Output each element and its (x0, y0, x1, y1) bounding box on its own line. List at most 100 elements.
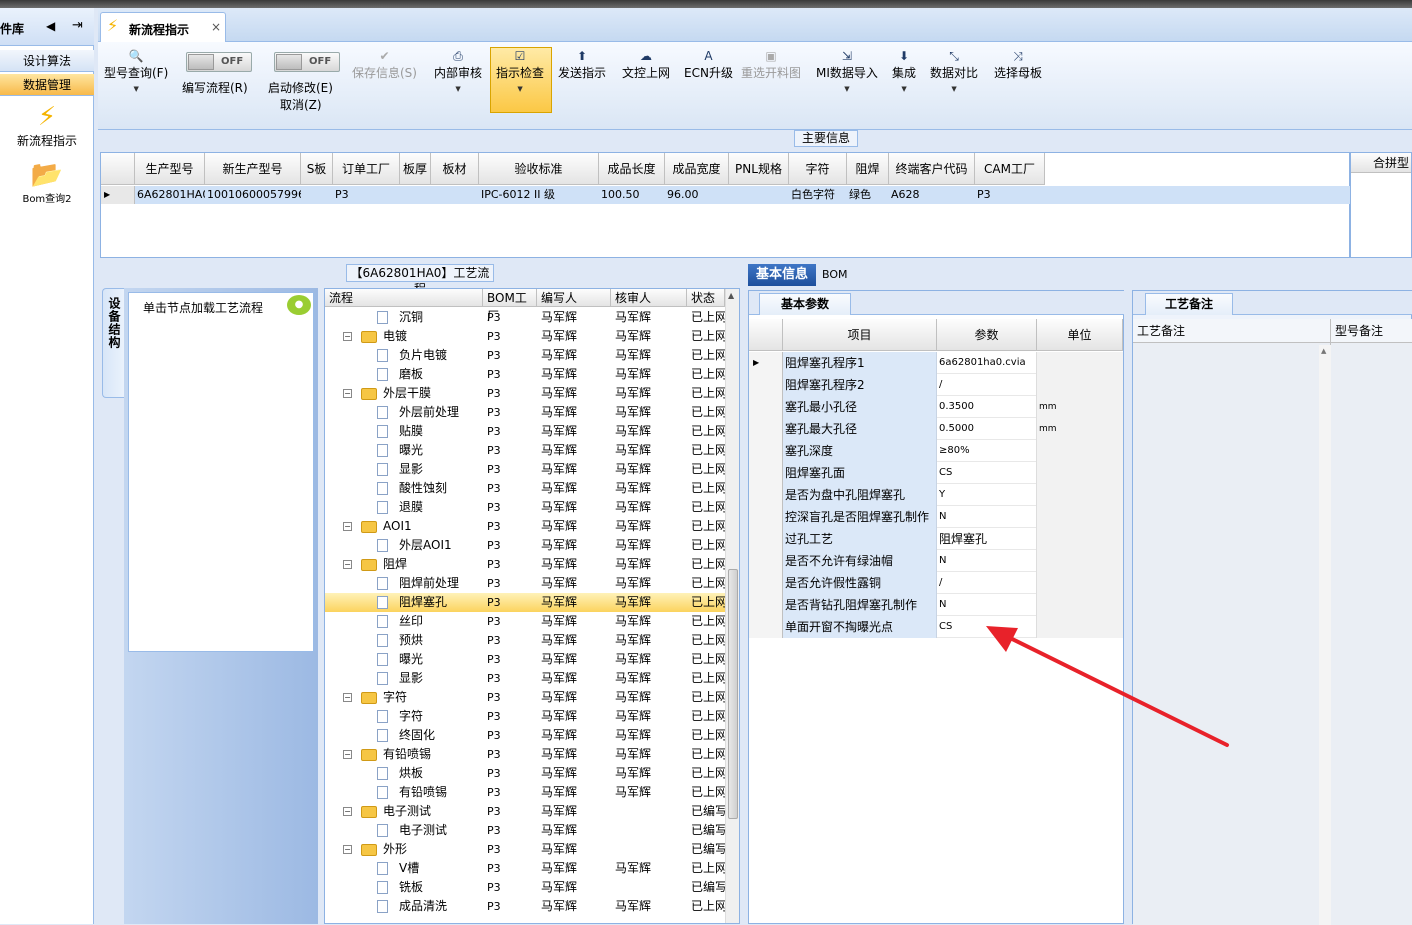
vertical-scrollbar[interactable]: ▲ (1319, 345, 1331, 925)
save-info-button[interactable]: ✔ 保存信息(S) (352, 48, 417, 81)
tree-row[interactable]: 退膜 P3 马军辉 马军辉 已上网 (325, 498, 725, 517)
tree-row[interactable]: − 有铅喷锡 P3 马军辉 马军辉 已上网 (325, 745, 725, 764)
tree-row[interactable]: − 外形 P3 马军辉 已编写 (325, 840, 725, 859)
tree-row[interactable]: 曝光 P3 马军辉 马军辉 已上网 (325, 441, 725, 460)
collapse-icon[interactable]: − (343, 560, 352, 569)
tree-row[interactable]: V槽 P3 马军辉 马军辉 已上网 (325, 859, 725, 878)
scroll-thumb[interactable] (728, 569, 738, 819)
column-header[interactable]: CAM工厂 (975, 153, 1045, 185)
column-header[interactable]: 状态 (687, 289, 725, 307)
tree-row[interactable]: 成品清洗 P3 马军辉 马军辉 已上网 (325, 897, 725, 916)
tree-row[interactable]: 终固化 P3 马军辉 马军辉 已上网 (325, 726, 725, 745)
tab-bom[interactable]: BOM (822, 268, 848, 281)
tree-row[interactable]: 电子测试 P3 马军辉 已编写 (325, 821, 725, 840)
param-value[interactable]: N (937, 594, 1037, 616)
param-row[interactable]: 过孔工艺 阻焊塞孔 (749, 528, 1123, 550)
collapse-icon[interactable]: − (343, 693, 352, 702)
column-header[interactable]: 生产型号 (135, 153, 205, 185)
nav-item-bom-query[interactable]: 📂 Bom查询2 (0, 160, 94, 205)
tree-row[interactable]: 酸性蚀刻 P3 马军辉 马军辉 已上网 (325, 479, 725, 498)
tab-process-notes[interactable]: 工艺备注 (1145, 293, 1233, 315)
column-header[interactable]: 核审人 (611, 289, 687, 307)
collapse-arrow-icon[interactable]: ◀ (46, 19, 55, 33)
send-instruction-button[interactable]: ⬆ 发送指示 (558, 48, 606, 81)
tab-basic-params[interactable]: 基本参数 (759, 293, 851, 315)
column-header[interactable]: 验收标准 (479, 153, 599, 185)
column-header[interactable]: 板厚 (400, 153, 431, 185)
param-value[interactable]: CS (937, 462, 1037, 484)
column-header[interactable]: 成品宽度 (665, 153, 729, 185)
param-value[interactable]: 0.5000 (937, 418, 1037, 440)
column-header[interactable]: 编写人 (537, 289, 611, 307)
model-query-button[interactable]: 🔍 型号查询(F) ▼ (104, 48, 168, 93)
tree-row[interactable]: − 字符 P3 马军辉 马军辉 已上网 (325, 688, 725, 707)
param-row[interactable]: 阻焊塞孔程序2/ (749, 374, 1123, 396)
exit-icon[interactable]: ⇥ (72, 18, 83, 33)
tree-row[interactable]: 预烘 P3 马军辉 马军辉 已上网 (325, 631, 725, 650)
column-header[interactable]: 板材 (431, 153, 479, 185)
tree-row[interactable]: − AOI1 P3 马军辉 马军辉 已上网 (325, 517, 725, 536)
param-value[interactable]: ≥80% (937, 440, 1037, 462)
param-row[interactable]: ▶ 阻焊塞孔程序1 6a62801ha0.cvia (749, 352, 1123, 374)
nav-design-algorithm-button[interactable]: 设计算法 (0, 50, 94, 72)
param-value[interactable]: 阻焊塞孔 (937, 528, 1037, 550)
nav-data-management-button[interactable]: 数据管理 (0, 74, 94, 96)
node-load-box[interactable]: 单击节点加载工艺流程 ● (128, 292, 314, 652)
write-flow-toggle[interactable]: OFF (186, 52, 252, 72)
tree-row[interactable]: 阻焊塞孔 P3 马军辉 马军辉 已上网 (325, 593, 725, 612)
tree-row[interactable]: 有铅喷锡 P3 马军辉 马军辉 已上网 (325, 783, 725, 802)
param-row[interactable]: 是否不允许有绿油帽 N (749, 550, 1123, 572)
splitter[interactable] (740, 262, 748, 924)
start-edit-toggle[interactable]: OFF (274, 52, 340, 72)
data-compare-button[interactable]: ⤡ 数据对比 ▼ (930, 48, 978, 93)
tree-row[interactable]: 阻焊前处理 P3 马军辉 马军辉 已上网 (325, 574, 725, 593)
collapse-icon[interactable]: − (343, 389, 352, 398)
param-value[interactable]: Y (937, 484, 1037, 506)
tree-row[interactable]: − 电子测试 P3 马军辉 已编写 (325, 802, 725, 821)
tree-row[interactable]: 负片电镀 P3 马军辉 马军辉 已上网 (325, 346, 725, 365)
param-row[interactable]: 是否为盘中孔阻焊塞孔 Y (749, 484, 1123, 506)
param-value[interactable]: 0.3500 (937, 396, 1037, 418)
upload-doc-button[interactable]: ☁ 文控上网 (622, 48, 670, 81)
param-value[interactable]: CS (937, 616, 1037, 638)
nav-item-new-flow[interactable]: ⚡ 新流程指示 (0, 102, 94, 149)
equipment-structure-tab[interactable]: 设备结构 (102, 288, 124, 398)
tree-row[interactable]: 外层AOI1 P3 马军辉 马军辉 已上网 (325, 536, 725, 555)
tree-row[interactable]: 贴膜 P3 马军辉 马军辉 已上网 (325, 422, 725, 441)
column-header[interactable]: BOM工厂 (483, 289, 537, 323)
param-row[interactable]: 单面开窗不掏曝光点 CS (749, 616, 1123, 638)
model-note-column[interactable]: 型号备注 (1331, 319, 1412, 925)
internal-review-button[interactable]: ⎙ 内部审核 ▼ (434, 48, 482, 93)
collapse-icon[interactable]: − (343, 807, 352, 816)
tree-row[interactable]: 磨板 P3 马军辉 马军辉 已上网 (325, 365, 725, 384)
param-row[interactable]: 阻焊塞孔面 CS (749, 462, 1123, 484)
tree-row[interactable]: 曝光 P3 马军辉 马军辉 已上网 (325, 650, 725, 669)
collapse-icon[interactable]: − (343, 332, 352, 341)
param-row[interactable]: 塞孔最小孔径 0.3500 mm (749, 396, 1123, 418)
param-row[interactable]: 塞孔最大孔径 0.5000 mm (749, 418, 1123, 440)
param-row[interactable]: 塞孔深度 ≥80% (749, 440, 1123, 462)
integrate-button[interactable]: ⬇ 集成 ▼ (892, 48, 916, 93)
ecn-upgrade-button[interactable]: A ECN升级 (684, 48, 733, 81)
splitter[interactable] (1124, 262, 1132, 924)
scroll-up-icon[interactable]: ▲ (728, 291, 734, 300)
collapse-icon[interactable]: − (343, 845, 352, 854)
param-value[interactable]: / (937, 572, 1037, 594)
tree-row[interactable]: 字符 P3 马军辉 马军辉 已上网 (325, 707, 725, 726)
tree-row[interactable]: 外层前处理 P3 马军辉 马军辉 已上网 (325, 403, 725, 422)
column-header[interactable]: 新生产型号 (205, 153, 301, 185)
column-header[interactable]: 阻焊 (847, 153, 889, 185)
tree-row[interactable]: 显影 P3 马军辉 马军辉 已上网 (325, 669, 725, 688)
param-value[interactable]: N (937, 550, 1037, 572)
param-row[interactable]: 是否背钻孔阻焊塞孔制作 N (749, 594, 1123, 616)
param-row[interactable]: 控深盲孔是否阻焊塞孔制作 N (749, 506, 1123, 528)
column-header[interactable]: 终端客户代码 (889, 153, 975, 185)
column-header[interactable]: 流程 (325, 289, 483, 307)
tree-row[interactable]: − 外层干膜 P3 马军辉 马军辉 已上网 (325, 384, 725, 403)
tree-row[interactable]: − 阻焊 P3 马军辉 马军辉 已上网 (325, 555, 725, 574)
column-header[interactable]: S板 (301, 153, 333, 185)
close-icon[interactable]: × (211, 20, 221, 34)
param-row[interactable]: 是否允许假性露铜 / (749, 572, 1123, 594)
reselect-cut-button[interactable]: ▣ 重选开料图 (741, 48, 801, 81)
cancel-button[interactable]: 取消(Z) (280, 96, 322, 113)
